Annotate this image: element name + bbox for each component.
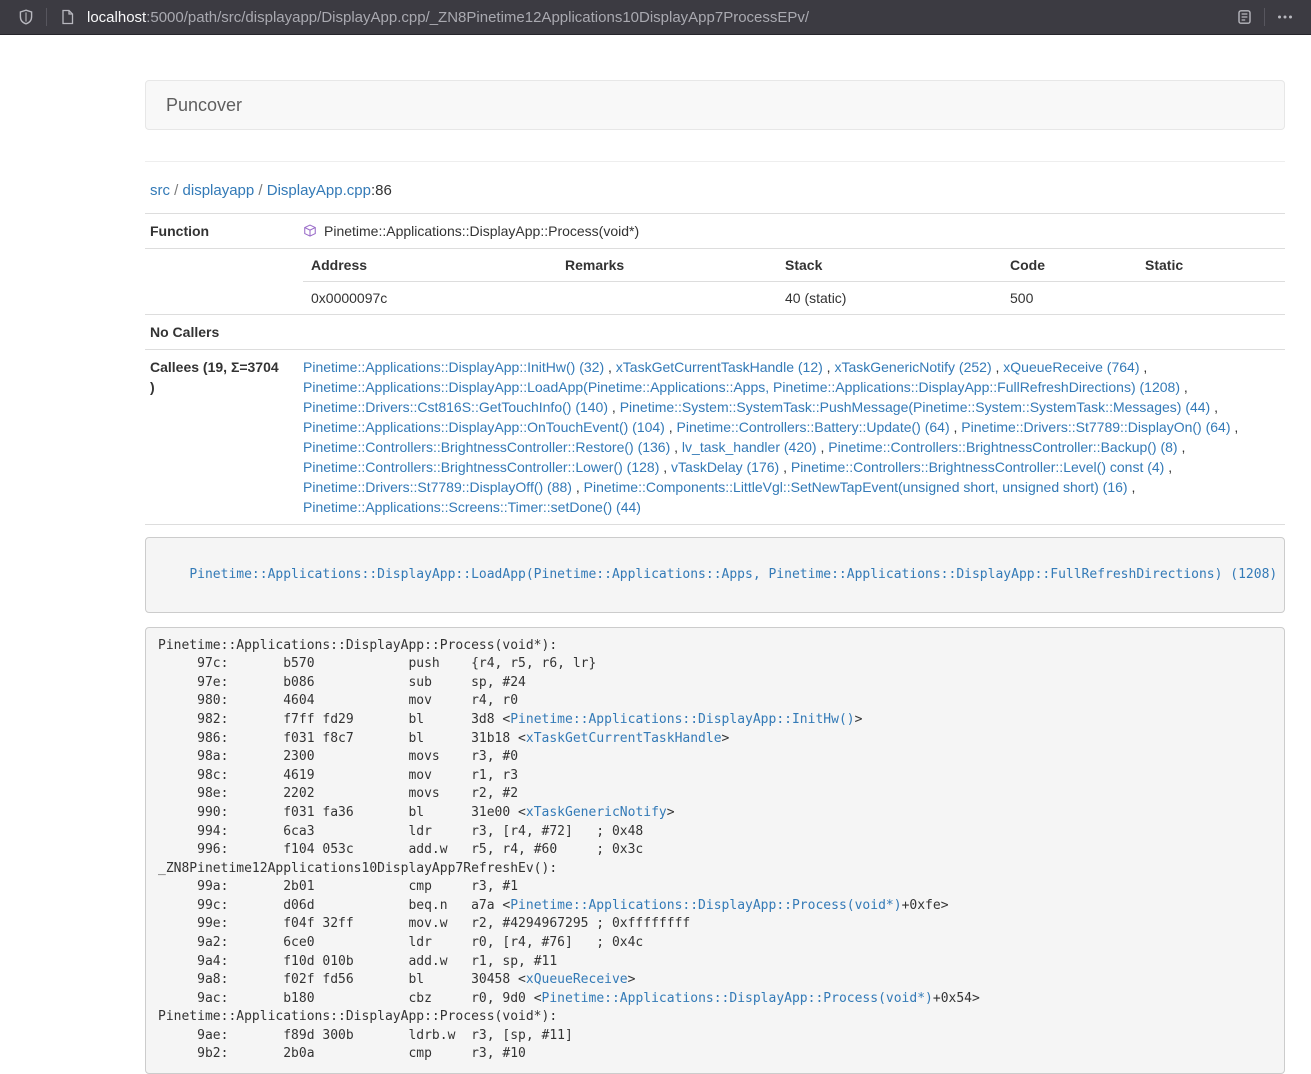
address-bar[interactable]: localhost:5000/path/src/displayapp/Displ… bbox=[87, 9, 1230, 26]
callee-link[interactable]: lv_task_handler (420) bbox=[682, 439, 817, 455]
callee-link[interactable]: Pinetime::Controllers::BrightnessControl… bbox=[828, 439, 1177, 455]
breadcrumb-line-number: :86 bbox=[371, 182, 392, 199]
toolbar-divider bbox=[46, 8, 47, 26]
callee-separator: , bbox=[572, 479, 584, 495]
disassembly-block: Pinetime::Applications::DisplayApp::Proc… bbox=[145, 627, 1285, 1074]
largest-callee-link[interactable]: Pinetime::Applications::DisplayApp::Load… bbox=[189, 567, 1277, 582]
breadcrumb-link[interactable]: displayapp bbox=[183, 182, 255, 199]
callee-separator: , bbox=[1139, 359, 1147, 375]
callees-row: Callees (19, Σ=3704 ) Pinetime::Applicat… bbox=[145, 350, 1285, 525]
cube-icon bbox=[303, 224, 317, 238]
toolbar-divider bbox=[1264, 8, 1265, 26]
function-table: Function Pinetime::Applications::Display… bbox=[145, 213, 1285, 525]
code-symbol-link[interactable]: xTaskGenericNotify bbox=[526, 805, 667, 820]
callee-separator: , bbox=[1178, 439, 1186, 455]
col-header-remarks: Remarks bbox=[557, 249, 777, 282]
url-path: :5000/path/src/displayapp/DisplayApp.cpp… bbox=[146, 9, 809, 26]
callee-separator: , bbox=[992, 359, 1004, 375]
address-cell: 0x0000097c bbox=[303, 282, 557, 315]
callee-link[interactable]: Pinetime::Applications::Screens::Timer::… bbox=[303, 499, 641, 515]
code-symbol-link[interactable]: xTaskGetCurrentTaskHandle bbox=[526, 731, 722, 746]
breadcrumb-separator: / bbox=[170, 182, 183, 199]
callee-link[interactable]: Pinetime::Drivers::Cst816S::GetTouchInfo… bbox=[303, 399, 608, 415]
empty-row-label bbox=[145, 249, 295, 315]
callee-separator: , bbox=[670, 439, 682, 455]
page-info-icon[interactable] bbox=[53, 4, 81, 30]
function-stats-row: Address Remarks Stack Code Static 0x0000… bbox=[145, 249, 1285, 315]
url-host: localhost bbox=[87, 9, 146, 26]
breadcrumb: src / displayapp / DisplayApp.cpp:86 bbox=[150, 182, 1285, 199]
col-header-stack: Stack bbox=[777, 249, 1002, 282]
callee-separator: , bbox=[823, 359, 835, 375]
page-container: Puncover src / displayapp / DisplayApp.c… bbox=[145, 80, 1285, 1074]
function-signature: Pinetime::Applications::DisplayApp::Proc… bbox=[324, 221, 639, 241]
callee-link[interactable]: Pinetime::Components::LittleVgl::SetNewT… bbox=[584, 479, 1128, 495]
menu-ellipsis-icon[interactable] bbox=[1271, 4, 1299, 30]
code-cell: 500 bbox=[1002, 282, 1137, 315]
callee-link[interactable]: Pinetime::Applications::DisplayApp::OnTo… bbox=[303, 419, 665, 435]
shield-icon[interactable] bbox=[12, 4, 40, 30]
function-row: Function Pinetime::Applications::Display… bbox=[145, 214, 1285, 249]
callee-link[interactable]: Pinetime::Applications::DisplayApp::Load… bbox=[303, 379, 1180, 395]
code-symbol-link[interactable]: xQueueReceive bbox=[526, 972, 628, 987]
callee-link[interactable]: Pinetime::Controllers::BrightnessControl… bbox=[791, 459, 1164, 475]
callee-link[interactable]: xTaskGetCurrentTaskHandle (12) bbox=[616, 359, 823, 375]
code-symbol-link[interactable]: Pinetime::Applications::DisplayApp::Proc… bbox=[542, 991, 933, 1006]
callee-link[interactable]: xTaskGenericNotify (252) bbox=[834, 359, 991, 375]
callee-separator: , bbox=[1231, 419, 1239, 435]
no-callers-row: No Callers bbox=[145, 315, 1285, 350]
code-symbol-link[interactable]: Pinetime::Applications::DisplayApp::Proc… bbox=[510, 898, 901, 913]
browser-toolbar: localhost:5000/path/src/displayapp/Displ… bbox=[0, 0, 1311, 35]
callee-link[interactable]: xQueueReceive (764) bbox=[1003, 359, 1139, 375]
col-header-static: Static bbox=[1137, 249, 1285, 282]
callee-separator: , bbox=[659, 459, 671, 475]
callee-separator: , bbox=[608, 399, 620, 415]
callee-link[interactable]: Pinetime::Controllers::Battery::Update()… bbox=[677, 419, 950, 435]
largest-callee-panel: Pinetime::Applications::DisplayApp::Load… bbox=[145, 537, 1285, 613]
function-row-label: Function bbox=[145, 214, 295, 249]
callee-separator: , bbox=[817, 439, 829, 455]
stats-table: Address Remarks Stack Code Static 0x0000… bbox=[303, 249, 1285, 314]
app-navbar: Puncover bbox=[145, 80, 1285, 130]
callee-separator: , bbox=[1164, 459, 1172, 475]
breadcrumb-link[interactable]: src bbox=[150, 182, 170, 199]
reader-view-icon[interactable] bbox=[1230, 4, 1258, 30]
callee-link[interactable]: vTaskDelay (176) bbox=[671, 459, 779, 475]
breadcrumb-separator: / bbox=[254, 182, 267, 199]
callee-separator: , bbox=[665, 419, 677, 435]
breadcrumb-link[interactable]: DisplayApp.cpp bbox=[267, 182, 371, 199]
callees-list: Pinetime::Applications::DisplayApp::Init… bbox=[295, 350, 1285, 525]
static-cell bbox=[1137, 282, 1285, 315]
callee-link[interactable]: Pinetime::System::SystemTask::PushMessag… bbox=[620, 399, 1211, 415]
callee-link[interactable]: Pinetime::Applications::DisplayApp::Init… bbox=[303, 359, 604, 375]
callee-separator: , bbox=[950, 419, 962, 435]
remarks-cell bbox=[557, 282, 777, 315]
stats-row: 0x0000097c 40 (static) 500 bbox=[303, 282, 1285, 315]
callee-separator: , bbox=[604, 359, 616, 375]
no-callers-label: No Callers bbox=[145, 315, 295, 350]
stack-cell: 40 (static) bbox=[777, 282, 1002, 315]
callee-separator: , bbox=[1180, 379, 1188, 395]
col-header-address: Address bbox=[303, 249, 557, 282]
callee-separator: , bbox=[779, 459, 791, 475]
callees-label: Callees (19, Σ=3704 ) bbox=[145, 350, 295, 525]
col-header-code: Code bbox=[1002, 249, 1137, 282]
callee-separator: , bbox=[1128, 479, 1136, 495]
callee-separator: , bbox=[1210, 399, 1218, 415]
callee-link[interactable]: Pinetime::Drivers::St7789::DisplayOn() (… bbox=[961, 419, 1230, 435]
callee-link[interactable]: Pinetime::Controllers::BrightnessControl… bbox=[303, 439, 670, 455]
code-symbol-link[interactable]: Pinetime::Applications::DisplayApp::Init… bbox=[510, 712, 854, 727]
callee-link[interactable]: Pinetime::Controllers::BrightnessControl… bbox=[303, 459, 659, 475]
app-brand[interactable]: Puncover bbox=[166, 95, 242, 116]
callee-link[interactable]: Pinetime::Drivers::St7789::DisplayOff() … bbox=[303, 479, 572, 495]
divider bbox=[145, 161, 1285, 162]
